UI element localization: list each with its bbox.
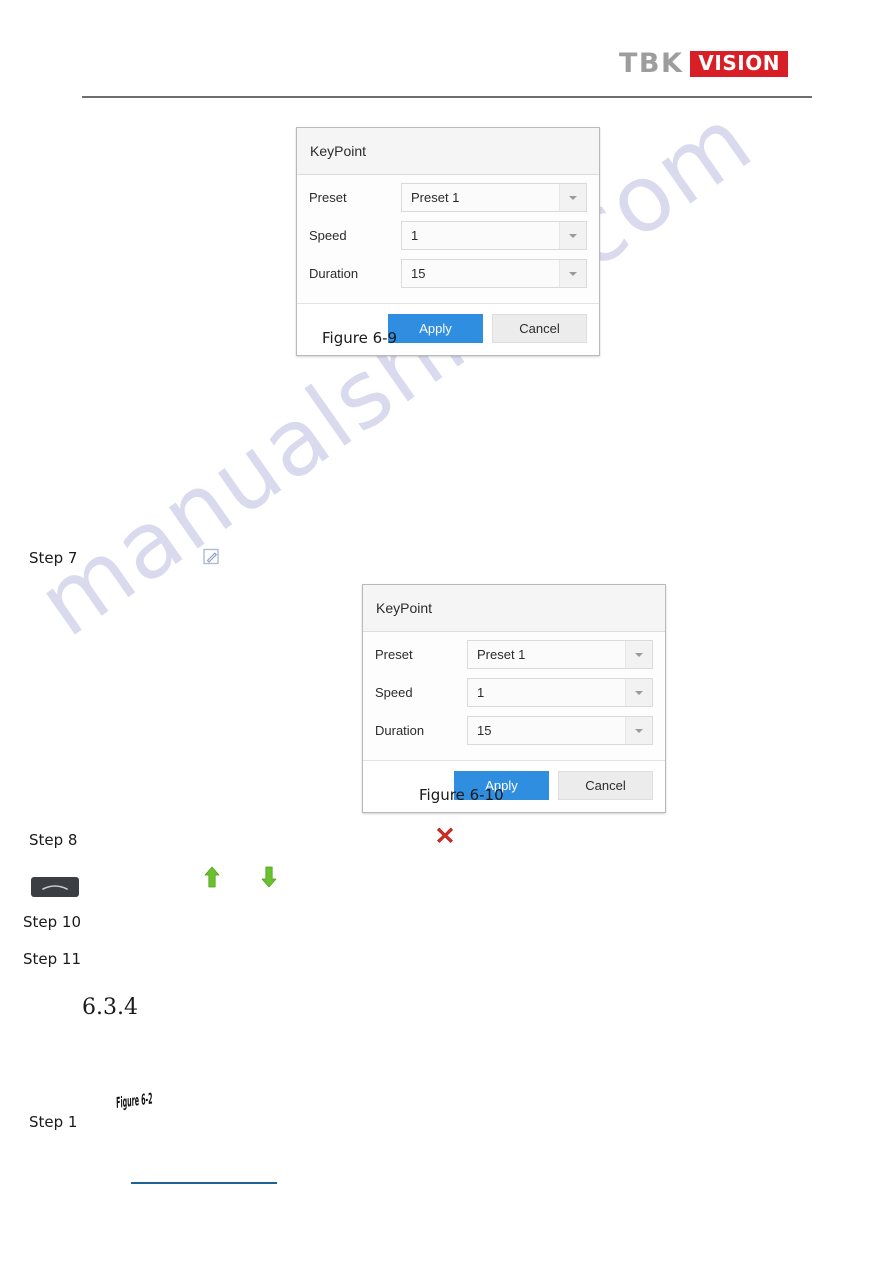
apply-button[interactable]: Apply: [388, 314, 483, 343]
edit-pencil-icon[interactable]: [203, 548, 220, 565]
step-label-8: Step 8: [29, 831, 78, 849]
logo-text-vision: VISION: [690, 51, 788, 77]
green-up-arrow-icon[interactable]: [204, 866, 220, 888]
dark-curve-button-icon[interactable]: [31, 877, 79, 897]
form-row-preset: Preset Preset 1: [375, 640, 653, 669]
preset-select[interactable]: Preset 1: [401, 183, 587, 212]
preset-value: Preset 1: [411, 190, 460, 205]
chevron-down-icon[interactable]: [559, 184, 586, 211]
speed-label: Speed: [375, 685, 413, 700]
dialog-title: KeyPoint: [363, 585, 665, 632]
preset-label: Preset: [309, 190, 347, 205]
duration-select[interactable]: 15: [401, 259, 587, 288]
duration-select[interactable]: 15: [467, 716, 653, 745]
form-row-preset: Preset Preset 1: [309, 183, 587, 212]
speed-value: 1: [411, 228, 419, 243]
preset-label: Preset: [375, 647, 413, 662]
dialog-title-text: KeyPoint: [376, 600, 433, 616]
dialog-body: Preset Preset 1 Speed 1 Duration 15: [297, 175, 599, 303]
speed-value: 1: [477, 685, 485, 700]
chevron-down-icon[interactable]: [625, 717, 652, 744]
form-row-duration: Duration 15: [375, 716, 653, 745]
step-label-7: Step 7: [29, 549, 78, 567]
logo-text-tbk: TBK: [619, 48, 684, 79]
chevron-down-icon[interactable]: [559, 260, 586, 287]
step-label-11: Step 11: [23, 950, 82, 968]
speed-select[interactable]: 1: [467, 678, 653, 707]
chevron-down-icon[interactable]: [559, 222, 586, 249]
header-divider: [82, 96, 812, 98]
form-row-speed: Speed 1: [309, 221, 587, 250]
duration-value: 15: [477, 723, 492, 738]
section-heading-634: 6.3.4: [82, 995, 138, 1020]
inline-figure-reference: Figure 6-2: [116, 1089, 153, 1112]
brand-logo: TBK VISION: [619, 50, 788, 78]
duration-label: Duration: [375, 723, 425, 738]
form-row-speed: Speed 1: [375, 678, 653, 707]
cancel-button[interactable]: Cancel: [558, 771, 653, 800]
chevron-down-icon[interactable]: [625, 641, 652, 668]
green-down-arrow-icon[interactable]: [261, 866, 277, 888]
duration-label: Duration: [309, 266, 359, 281]
dialog-body: Preset Preset 1 Speed 1 Duration 15: [363, 632, 665, 760]
step-label-10: Step 10: [23, 913, 82, 931]
figure-caption-6-9: Figure 6-9: [322, 329, 398, 347]
preset-select[interactable]: Preset 1: [467, 640, 653, 669]
dialog-title-text: KeyPoint: [310, 143, 367, 159]
dialog-footer: Apply Cancel: [363, 760, 665, 812]
keypoint-dialog-1: KeyPoint Preset Preset 1 Speed 1 Duratio…: [296, 127, 600, 356]
cancel-button[interactable]: Cancel: [492, 314, 587, 343]
preset-value: Preset 1: [477, 647, 526, 662]
dialog-title: KeyPoint: [297, 128, 599, 175]
form-row-duration: Duration 15: [309, 259, 587, 288]
blue-underline-rule: [131, 1182, 277, 1184]
step-label-1: Step 1: [29, 1113, 78, 1131]
duration-value: 15: [411, 266, 426, 281]
figure-caption-6-10: Figure 6-10: [419, 786, 504, 804]
speed-select[interactable]: 1: [401, 221, 587, 250]
chevron-down-icon[interactable]: [625, 679, 652, 706]
keypoint-dialog-2: KeyPoint Preset Preset 1 Speed 1 Duratio…: [362, 584, 666, 813]
speed-label: Speed: [309, 228, 347, 243]
red-x-delete-icon[interactable]: [436, 826, 454, 844]
